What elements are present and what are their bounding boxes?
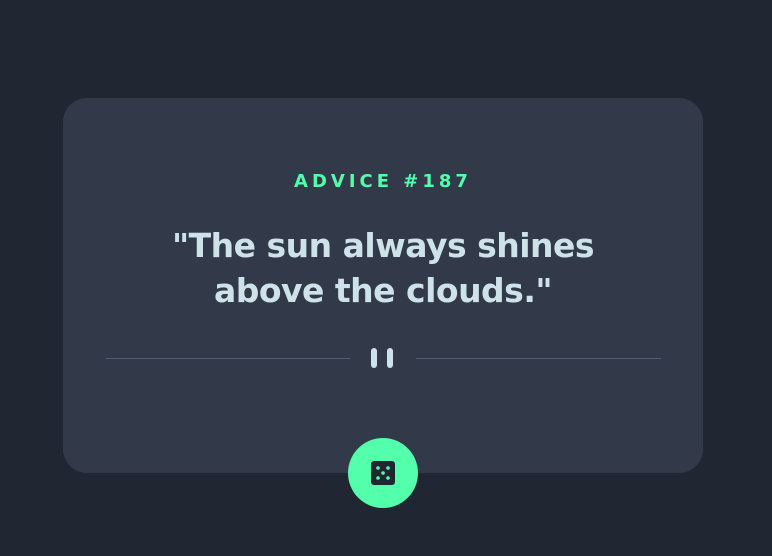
dice-icon	[371, 461, 395, 485]
pattern-divider	[106, 348, 661, 370]
advice-quote: "The sun always shines above the clouds.…	[171, 226, 595, 310]
generate-advice-button[interactable]	[348, 438, 418, 508]
advice-card: ADVICE #187 "The sun always shines above…	[63, 98, 703, 473]
advice-number: ADVICE #187	[294, 171, 472, 192]
pause-icon	[370, 348, 398, 370]
pause-bar-right	[387, 348, 393, 368]
pause-bar-left	[371, 348, 377, 368]
divider-line-right	[416, 358, 661, 359]
divider-line-left	[106, 358, 350, 359]
